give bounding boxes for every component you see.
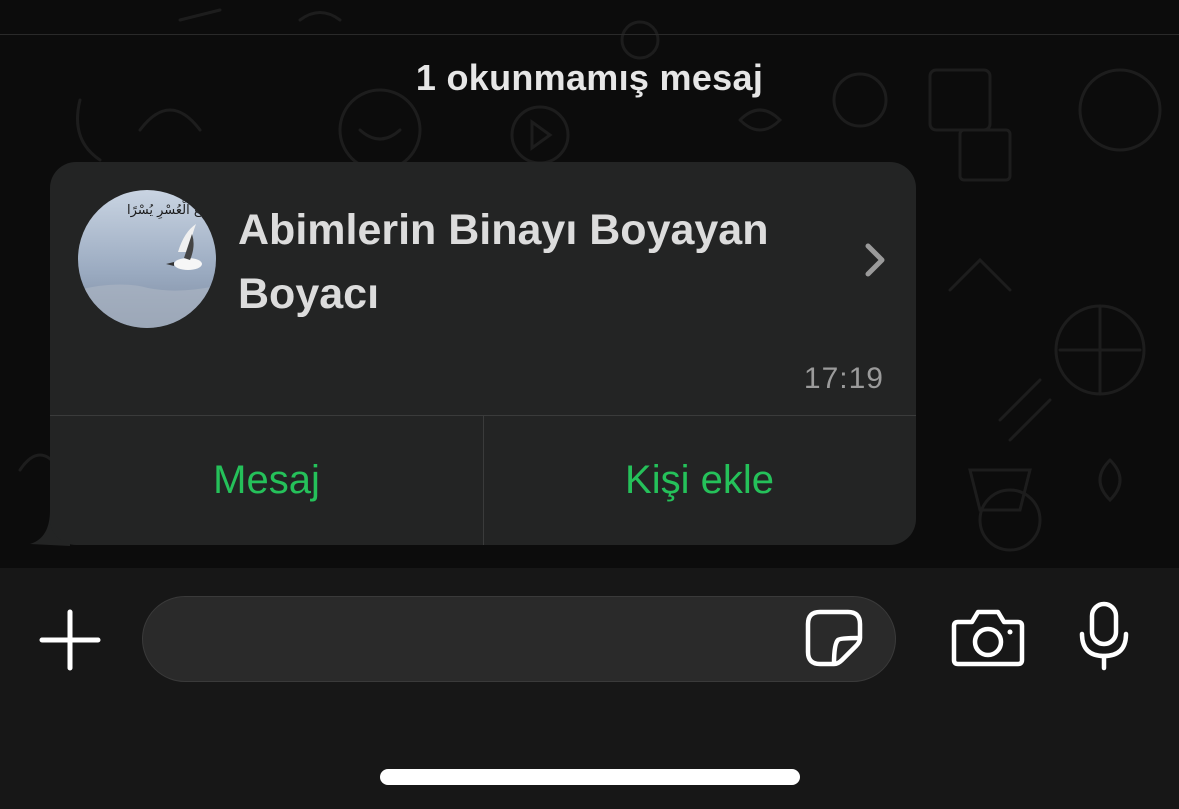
sticker-icon[interactable] (804, 608, 864, 668)
avatar-calligraphy: إِنَّ مَعَ الْعُسْرِ يُسْرًا (127, 199, 216, 219)
message-button[interactable]: Mesaj (50, 416, 483, 545)
plus-icon[interactable] (38, 608, 102, 672)
camera-icon[interactable] (950, 606, 1026, 670)
chevron-right-icon[interactable] (862, 240, 890, 280)
top-separator (0, 34, 1179, 35)
message-time: 17:19 (803, 362, 884, 395)
contact-avatar[interactable]: إِنَّ مَعَ الْعُسْرِ يُسْرًا (78, 190, 216, 328)
contact-card[interactable]: إِنَّ مَعَ الْعُسْرِ يُسْرًا Abimlerin B… (50, 162, 916, 545)
microphone-icon[interactable] (1076, 600, 1132, 672)
home-indicator[interactable] (380, 769, 800, 785)
message-input[interactable] (142, 596, 896, 682)
add-contact-button[interactable]: Kişi ekle (483, 416, 916, 545)
unread-messages-banner: 1 okunmamış mesaj (415, 57, 764, 98)
contact-name[interactable]: Abimlerin Binayı Boyayan Boyacı (238, 198, 838, 326)
